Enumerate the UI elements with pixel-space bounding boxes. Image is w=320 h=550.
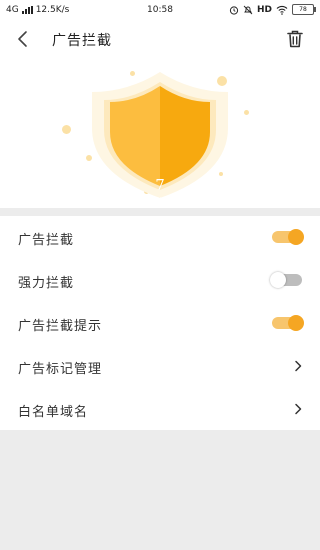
setting-ad-mark-manage[interactable]: 广告标记管理 xyxy=(0,345,320,387)
toggle-knob xyxy=(288,229,304,245)
hd-indicator: HD xyxy=(256,4,272,15)
strong-block-toggle[interactable] xyxy=(270,272,302,288)
settings-list: 广告拦截 强力拦截 广告拦截提示 广告标记管理 白名单域名 xyxy=(0,216,320,430)
chevron-right-icon xyxy=(295,403,302,415)
blocked-count-label: 已拦截广告 xyxy=(137,197,183,206)
toggle-knob xyxy=(288,315,304,331)
setting-label: 广告拦截提示 xyxy=(18,319,103,334)
setting-label: 广告拦截 xyxy=(18,233,75,248)
setting-block-tip[interactable]: 广告拦截提示 xyxy=(0,302,320,344)
setting-label: 广告标记管理 xyxy=(18,362,103,377)
status-right: HD 78 xyxy=(229,4,316,15)
blocked-summary: 7 已拦截广告 xyxy=(0,58,320,208)
back-arrow-icon[interactable] xyxy=(14,29,32,49)
blocked-count: 7 xyxy=(155,176,165,194)
setting-whitelist-domains[interactable]: 白名单域名 xyxy=(0,388,320,430)
top-bar: 广告拦截 xyxy=(0,20,320,58)
setting-ad-block[interactable]: 广告拦截 xyxy=(0,216,320,258)
decor-dot xyxy=(62,125,71,134)
toggle-knob xyxy=(270,272,286,288)
decor-dot xyxy=(244,110,249,115)
setting-label: 白名单域名 xyxy=(18,405,89,420)
trash-icon[interactable] xyxy=(286,29,304,49)
setting-strong-block[interactable]: 强力拦截 xyxy=(0,259,320,301)
alarm-icon xyxy=(229,5,239,15)
status-bar: 4G 12.5K/s 10:58 HD 78 xyxy=(0,0,320,20)
ad-block-toggle[interactable] xyxy=(272,229,304,245)
mute-icon xyxy=(243,5,253,14)
wifi-icon xyxy=(276,5,288,15)
block-tip-toggle[interactable] xyxy=(272,315,304,331)
chevron-right-icon xyxy=(295,360,302,372)
battery-indicator: 78 xyxy=(292,4,316,15)
page-title: 广告拦截 xyxy=(52,33,112,49)
setting-label: 强力拦截 xyxy=(18,276,75,291)
